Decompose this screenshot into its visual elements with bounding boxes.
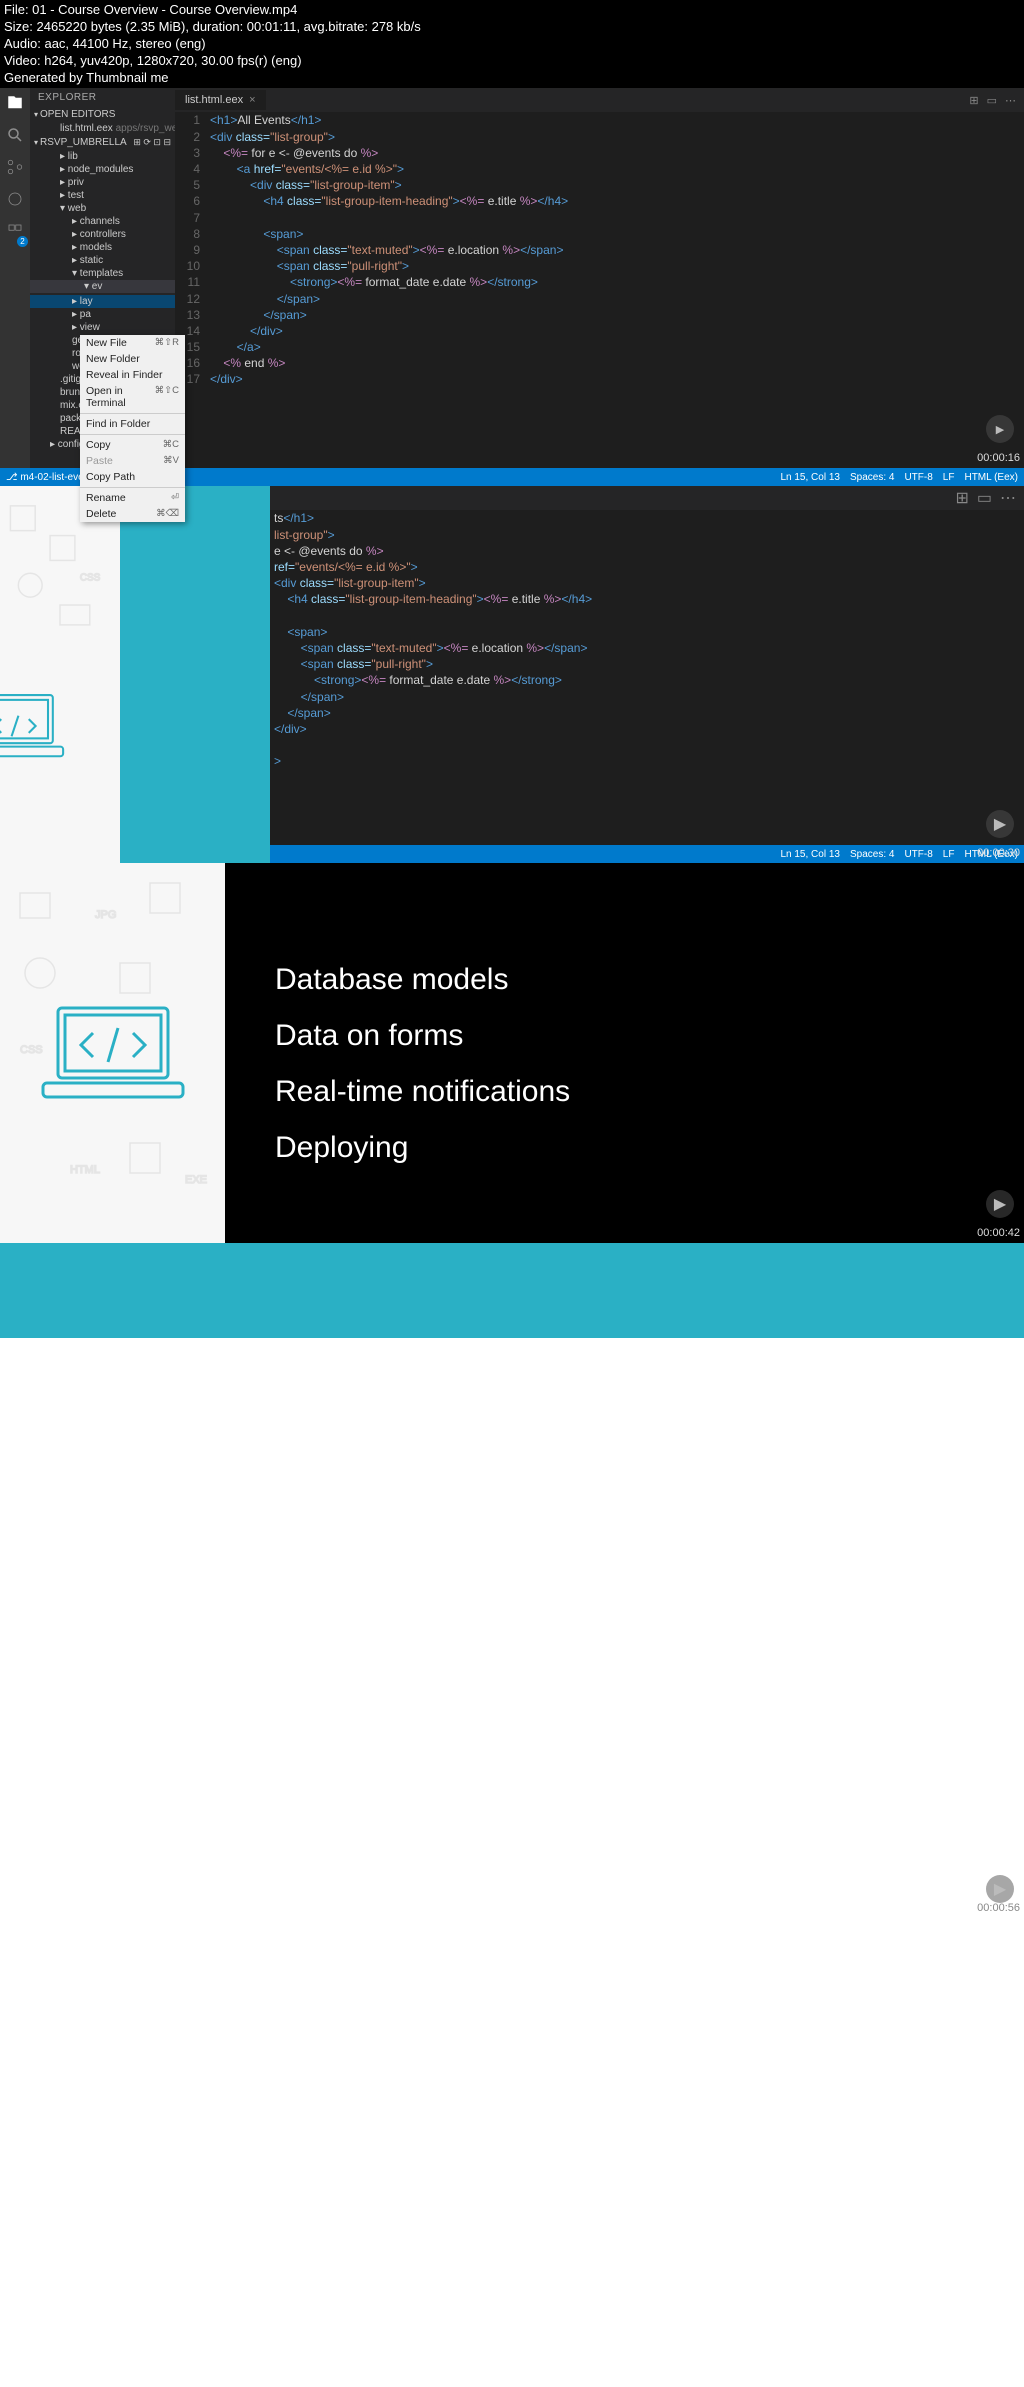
menu-item[interactable]: Find in Folder bbox=[80, 416, 185, 432]
editor-pane-2: ⊞▭⋯ ts</h1>list-group">e <- @events do %… bbox=[270, 486, 1024, 863]
tree-item[interactable]: ▸ lay bbox=[30, 295, 175, 308]
git-icon[interactable] bbox=[6, 158, 24, 176]
svg-text:HTML: HTML bbox=[70, 1164, 100, 1176]
menu-item[interactable]: Reveal in Finder bbox=[80, 367, 185, 383]
menu-item[interactable]: New Folder bbox=[80, 351, 185, 367]
open-editors-header[interactable]: ▾OPEN EDITORS bbox=[30, 107, 175, 122]
timestamp: 00:00:30 bbox=[977, 847, 1020, 859]
svg-text:EXE: EXE bbox=[185, 1174, 207, 1186]
layout-icon[interactable]: ▭ bbox=[987, 94, 997, 107]
svg-text:JPG: JPG bbox=[95, 909, 116, 921]
blank-panel: ▶ 00:00:56 bbox=[0, 1338, 1024, 1918]
tree-item[interactable]: ▸ channels bbox=[30, 215, 175, 228]
teal-bar bbox=[0, 1243, 1024, 1338]
timestamp: 00:00:16 bbox=[977, 452, 1020, 464]
tab-list-html[interactable]: list.html.eex× bbox=[175, 90, 266, 110]
slide-content: Database models Data on forms Real-time … bbox=[225, 863, 1024, 1243]
menu-item[interactable]: Rename⏎ bbox=[80, 490, 185, 506]
debug-icon[interactable] bbox=[6, 190, 24, 208]
tree-item[interactable]: ▾ templates bbox=[30, 267, 175, 280]
open-editor-file[interactable]: list.html.eex apps/rsvp_web/web/t… bbox=[30, 122, 175, 135]
timestamp: 00:00:56 bbox=[977, 1902, 1020, 1914]
editor-main: list.html.eex× ⊞ ▭ ⋯ 1234567891011121314… bbox=[175, 88, 1024, 468]
slide-item: Database models bbox=[275, 963, 974, 997]
more-icon[interactable]: ⋯ bbox=[1005, 94, 1016, 107]
tree-item[interactable]: ▸ view bbox=[30, 321, 175, 334]
panel3-decoration: JPG CSS HTML EXE bbox=[0, 863, 225, 1243]
context-menu: New File⌘⇧RNew FolderReveal in FinderOpe… bbox=[80, 335, 185, 522]
svg-text:CSS: CSS bbox=[80, 573, 101, 584]
slide-item: Deploying bbox=[275, 1131, 974, 1165]
extensions-icon[interactable] bbox=[6, 222, 24, 243]
tree-item[interactable]: ▸ test bbox=[30, 189, 175, 202]
menu-item[interactable]: Copy Path bbox=[80, 469, 185, 485]
tree-item[interactable]: ▾ web bbox=[30, 202, 175, 215]
menu-item: Paste⌘V bbox=[80, 453, 185, 469]
search-icon[interactable] bbox=[6, 126, 24, 144]
menu-item[interactable]: Copy⌘C bbox=[80, 437, 185, 453]
tab-actions: ⊞ ▭ ⋯ bbox=[969, 94, 1024, 107]
timestamp: 00:00:42 bbox=[977, 1227, 1020, 1239]
play-icon: ▶ bbox=[986, 1875, 1014, 1903]
tree-item[interactable]: ▾ ev bbox=[30, 280, 175, 293]
menu-item[interactable]: Delete⌘⌫ bbox=[80, 506, 185, 522]
close-icon[interactable]: × bbox=[249, 94, 255, 106]
menu-item[interactable]: Open in Terminal⌘⇧C bbox=[80, 383, 185, 411]
tree-item[interactable]: ▸ node_modules bbox=[30, 163, 175, 176]
menu-item[interactable]: New File⌘⇧R bbox=[80, 335, 185, 351]
explorer-icon[interactable] bbox=[6, 94, 24, 112]
slide-item: Data on forms bbox=[275, 1019, 974, 1053]
project-header[interactable]: ▾RSVP_UMBRELLA⊞ ⟳ ⊡ ⊟ bbox=[30, 135, 175, 150]
laptop-icon bbox=[0, 686, 70, 766]
file-info: File: 01 - Course Overview - Course Over… bbox=[0, 0, 1024, 88]
status-bar-2: Ln 15, Col 13 Spaces: 4 UTF-8 LF HTML (E… bbox=[270, 845, 1024, 863]
teal-accent bbox=[120, 486, 270, 863]
svg-text:CSS: CSS bbox=[20, 1044, 43, 1056]
tree-item[interactable]: ▸ static bbox=[30, 254, 175, 267]
panel2-decoration: CSS bbox=[0, 486, 120, 863]
tree-item[interactable]: ▸ priv bbox=[30, 176, 175, 189]
code-area-2[interactable]: ts</h1>list-group">e <- @events do %>ref… bbox=[270, 510, 1024, 845]
tab-bar: list.html.eex× ⊞ ▭ ⋯ bbox=[175, 88, 1024, 112]
code-area[interactable]: 1234567891011121314151617 <h1>All Events… bbox=[175, 112, 1024, 468]
tree-item[interactable]: ▸ pa bbox=[30, 308, 175, 321]
slide-item: Real-time notifications bbox=[275, 1075, 974, 1109]
tree-item[interactable]: ▸ lib bbox=[30, 150, 175, 163]
tree-item[interactable]: ▸ models bbox=[30, 241, 175, 254]
split-icon[interactable]: ⊞ bbox=[969, 94, 978, 107]
sidebar-title: EXPLORER bbox=[30, 88, 175, 107]
thumbnail-2: CSS ⊞▭⋯ ts</h1>list-group">e <- @events … bbox=[0, 486, 1024, 863]
tree-item[interactable]: ▸ controllers bbox=[30, 228, 175, 241]
vscode-window-1: EXPLORER ▾OPEN EDITORS list.html.eex app… bbox=[0, 88, 1024, 468]
thumbnail-3: JPG CSS HTML EXE Database models Data on fo… bbox=[0, 863, 1024, 1243]
activity-bar bbox=[0, 88, 30, 468]
